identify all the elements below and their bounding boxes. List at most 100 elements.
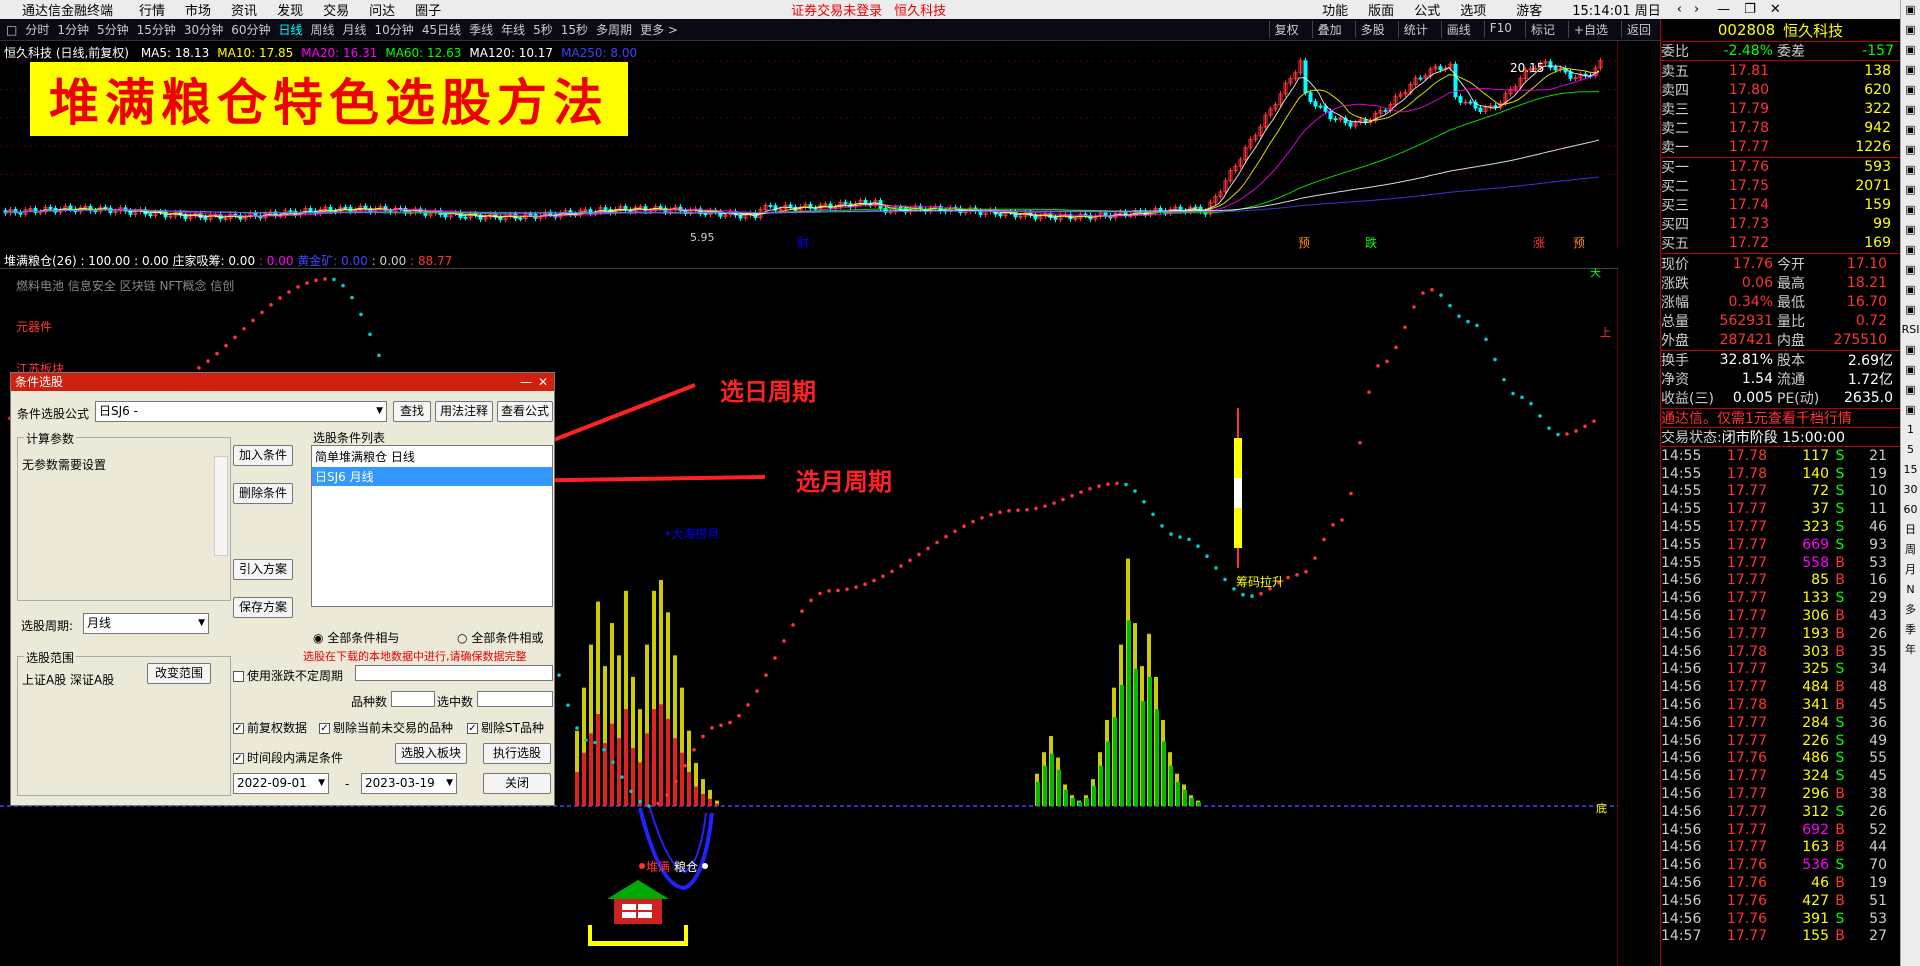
- sidebar-button[interactable]: ▣: [1901, 380, 1920, 400]
- tool-huaxian[interactable]: 画线: [1440, 21, 1476, 38]
- menu-quanzi[interactable]: 圈子: [415, 0, 441, 19]
- st-checkbox[interactable]: ✓ 剔除ST品种: [467, 719, 544, 736]
- sidebar-button[interactable]: ▣: [1901, 200, 1920, 220]
- period-day[interactable]: 日线: [278, 21, 302, 38]
- sidebar-button[interactable]: 季: [1901, 620, 1920, 640]
- dialog-close-icon[interactable]: ✕: [538, 373, 548, 391]
- forward-icon[interactable]: ›: [1694, 2, 1699, 17]
- sidebar-button[interactable]: 5: [1901, 440, 1920, 460]
- sidebar-button[interactable]: ▣: [1901, 40, 1920, 60]
- tool-fuquan[interactable]: 复权: [1268, 21, 1304, 38]
- sidebar-button[interactable]: 30: [1901, 480, 1920, 500]
- tool-fanhui[interactable]: 返回: [1620, 21, 1656, 38]
- menu-jiaoyi[interactable]: 交易: [323, 0, 349, 19]
- period-more[interactable]: 更多 >: [640, 21, 678, 38]
- user-label[interactable]: 游客: [1516, 0, 1542, 19]
- period-10min[interactable]: 10分钟: [375, 21, 414, 38]
- tool-f10[interactable]: F10: [1483, 21, 1517, 38]
- dialog-minimize-icon[interactable]: —: [520, 373, 532, 391]
- sidebar-button[interactable]: ▣: [1901, 140, 1920, 160]
- menu-wenda[interactable]: 问达: [369, 0, 395, 19]
- execute-button[interactable]: 执行选股: [483, 743, 551, 764]
- period-fenshi[interactable]: 分时: [25, 21, 49, 38]
- period-60min[interactable]: 60分钟: [231, 21, 270, 38]
- tool-duogu[interactable]: 多股: [1354, 21, 1390, 38]
- menu-hangqing[interactable]: 行情: [139, 0, 165, 19]
- sidebar-button[interactable]: 年: [1901, 640, 1920, 660]
- sidebar-button[interactable]: ▣: [1901, 280, 1920, 300]
- formula-select[interactable]: 日SJ6 - ▼: [95, 401, 387, 422]
- usage-button[interactable]: 用法注释: [435, 401, 493, 422]
- sidebar-button[interactable]: N: [1901, 580, 1920, 600]
- sidebar-button[interactable]: ▣: [1901, 400, 1920, 420]
- delete-condition-button[interactable]: 删除条件: [233, 483, 293, 504]
- use-range-checkbox[interactable]: 使用涨跌不定周期: [233, 667, 343, 684]
- sidebar-button[interactable]: ▣: [1901, 100, 1920, 120]
- menu-faxian[interactable]: 发现: [277, 0, 303, 19]
- sidebar-button[interactable]: 日: [1901, 520, 1920, 540]
- sidebar-button[interactable]: 60: [1901, 500, 1920, 520]
- add-condition-button[interactable]: 加入条件: [233, 445, 293, 466]
- square-icon[interactable]: □: [6, 23, 17, 37]
- import-plan-button[interactable]: 引入方案: [233, 559, 293, 580]
- tool-biaoji[interactable]: 标记: [1524, 21, 1560, 38]
- sidebar-button[interactable]: 月: [1901, 560, 1920, 580]
- menu-zixun[interactable]: 资讯: [231, 0, 257, 19]
- menu-xuanxiang[interactable]: 选项: [1460, 0, 1486, 19]
- sidebar-button[interactable]: ▣: [1901, 260, 1920, 280]
- period-1min[interactable]: 1分钟: [57, 21, 89, 38]
- sidebar-button[interactable]: 周: [1901, 540, 1920, 560]
- period-5s[interactable]: 5秒: [533, 21, 553, 38]
- minimize-icon[interactable]: —: [1717, 2, 1730, 17]
- close-button[interactable]: 关闭: [483, 773, 551, 794]
- ad-text[interactable]: 通达信。仅需1元查看千档行情: [1661, 408, 1852, 428]
- menu-gongshi[interactable]: 公式: [1414, 0, 1440, 19]
- date-to-field[interactable]: 2023-03-19 ▼: [361, 773, 457, 794]
- tool-tongji[interactable]: 统计: [1397, 21, 1433, 38]
- save-plan-button[interactable]: 保存方案: [233, 597, 293, 618]
- period-month[interactable]: 月线: [343, 21, 367, 38]
- period-5min[interactable]: 5分钟: [97, 21, 129, 38]
- params-scrollbar[interactable]: [214, 456, 228, 556]
- tool-diejia[interactable]: 叠加: [1311, 21, 1347, 38]
- sidebar-button[interactable]: ▣: [1901, 360, 1920, 380]
- login-notice[interactable]: 证券交易未登录: [791, 0, 882, 19]
- sidebar-button[interactable]: ▣: [1901, 300, 1920, 320]
- change-range-button[interactable]: 改变范围: [147, 663, 211, 684]
- menu-gongneng[interactable]: 功能: [1322, 0, 1348, 19]
- sidebar-button[interactable]: ▣: [1901, 240, 1920, 260]
- sidebar-button[interactable]: ▣: [1901, 340, 1920, 360]
- fuquan-checkbox[interactable]: ✓ 前复权数据: [233, 719, 307, 736]
- menu-banmian[interactable]: 版面: [1368, 0, 1394, 19]
- radio-or[interactable]: ○ 全部条件相或: [457, 629, 543, 646]
- period-quarter[interactable]: 季线: [469, 21, 493, 38]
- period-multi[interactable]: 多周期: [596, 21, 632, 38]
- close-icon[interactable]: ✕: [1770, 2, 1781, 17]
- date-from-field[interactable]: 2022-09-01 ▼: [233, 773, 329, 794]
- period-15min[interactable]: 15分钟: [137, 21, 176, 38]
- period-30min[interactable]: 30分钟: [184, 21, 223, 38]
- period-year[interactable]: 年线: [501, 21, 525, 38]
- sidebar-button[interactable]: ▣: [1901, 180, 1920, 200]
- time-checkbox[interactable]: ✓ 时间段内满足条件: [233, 749, 343, 766]
- range-field[interactable]: [355, 665, 553, 681]
- period-45day[interactable]: 45日线: [422, 21, 461, 38]
- sidebar-button[interactable]: 多: [1901, 600, 1920, 620]
- sidebar-button[interactable]: ▣: [1901, 160, 1920, 180]
- period-15s[interactable]: 15秒: [561, 21, 588, 38]
- radio-and[interactable]: ◉ 全部条件相与: [313, 629, 399, 646]
- condition-list[interactable]: 简单堆满粮仓 日线 日SJ6 月线: [311, 445, 553, 607]
- sidebar-button[interactable]: ▣: [1901, 80, 1920, 100]
- restore-icon[interactable]: ❐: [1744, 2, 1756, 17]
- sidebar-button[interactable]: ▣: [1901, 20, 1920, 40]
- period-select[interactable]: 月线 ▼: [83, 613, 209, 634]
- sidebar-button[interactable]: ▣: [1901, 220, 1920, 240]
- view-formula-button[interactable]: 查看公式: [497, 401, 553, 422]
- sidebar-button[interactable]: ▣: [1901, 0, 1920, 20]
- menu-shichang[interactable]: 市场: [185, 0, 211, 19]
- sidebar-button[interactable]: ▣: [1901, 60, 1920, 80]
- period-week[interactable]: 周线: [311, 21, 335, 38]
- notrade-checkbox[interactable]: ✓ 剔除当前未交易的品种: [319, 719, 453, 736]
- list-item[interactable]: 日SJ6 月线: [312, 467, 552, 486]
- tool-zixuan[interactable]: +自选: [1567, 21, 1613, 38]
